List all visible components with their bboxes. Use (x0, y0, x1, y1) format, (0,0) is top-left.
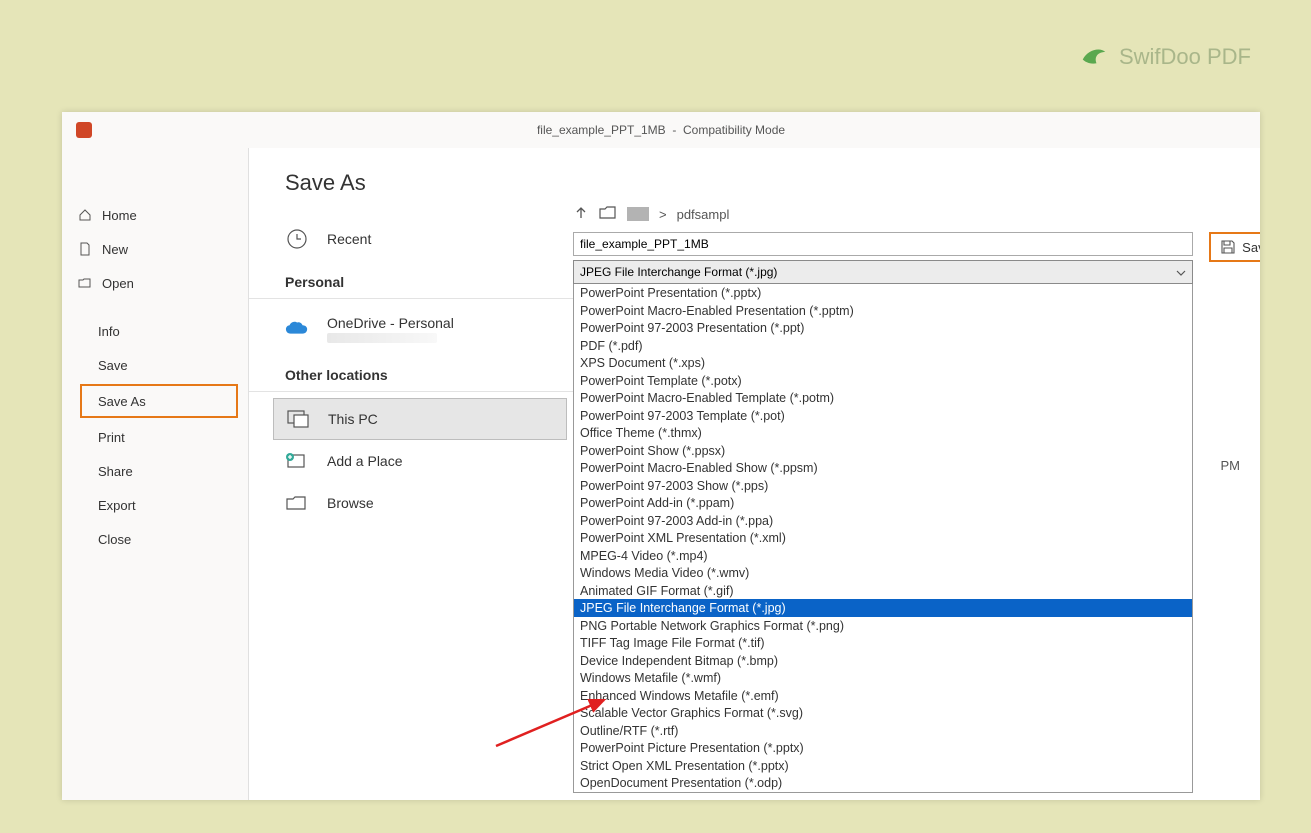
location-this-pc[interactable]: This PC (273, 398, 567, 440)
location-recent-label: Recent (327, 231, 371, 247)
breadcrumb-path: > pdfsampl (573, 200, 1244, 228)
format-option[interactable]: PNG Portable Network Graphics Format (*.… (574, 617, 1192, 635)
powerpoint-window: file_example_PPT_1MB - Compatibility Mod… (62, 112, 1260, 800)
format-option[interactable]: OpenDocument Presentation (*.odp) (574, 774, 1192, 792)
format-option[interactable]: PowerPoint Macro-Enabled Template (*.pot… (574, 389, 1192, 407)
location-onedrive-label: OneDrive - Personal (327, 315, 454, 331)
location-this-pc-label: This PC (328, 411, 378, 427)
format-option[interactable]: PowerPoint 97-2003 Add-in (*.ppa) (574, 512, 1192, 530)
format-option[interactable]: PowerPoint Macro-Enabled Show (*.ppsm) (574, 459, 1192, 477)
format-option[interactable]: Device Independent Bitmap (*.bmp) (574, 652, 1192, 670)
path-redacted-segment (627, 207, 649, 221)
format-option[interactable]: PowerPoint XML Presentation (*.xml) (574, 529, 1192, 547)
onedrive-account-redacted (327, 333, 437, 343)
open-folder-icon (78, 276, 92, 290)
breadcrumb-separator: > (659, 207, 667, 222)
nav-share-label: Share (98, 464, 133, 479)
backstage-nav-rail: Home New Open Info Save (62, 148, 248, 800)
section-personal-header: Personal (249, 260, 573, 299)
format-option[interactable]: Windows Media Video (*.wmv) (574, 564, 1192, 582)
save-details-column: > pdfsampl file_example_PPT_1MB JPEG Fil… (573, 200, 1244, 800)
file-format-dropdown[interactable]: PowerPoint Presentation (*.pptx)PowerPoi… (573, 284, 1193, 793)
location-onedrive[interactable]: OneDrive - Personal (249, 305, 573, 353)
format-option[interactable]: PowerPoint Template (*.potx) (574, 372, 1192, 390)
folder-icon[interactable] (599, 206, 617, 223)
format-option[interactable]: Strict Open XML Presentation (*.pptx) (574, 757, 1192, 775)
clock-icon (285, 227, 309, 251)
onedrive-cloud-icon (285, 320, 309, 338)
location-recent[interactable]: Recent (249, 218, 573, 260)
format-option[interactable]: JPEG File Interchange Format (*.jpg) (574, 599, 1192, 617)
file-format-selected-label: JPEG File Interchange Format (*.jpg) (580, 265, 777, 279)
watermark-brand: SwifDoo PDF (1079, 42, 1251, 72)
format-option[interactable]: PowerPoint 97-2003 Template (*.pot) (574, 407, 1192, 425)
up-folder-button[interactable] (573, 205, 589, 224)
add-place-icon (285, 451, 309, 471)
format-option[interactable]: PowerPoint 97-2003 Presentation (*.ppt) (574, 319, 1192, 337)
format-option[interactable]: TIFF Tag Image File Format (*.tif) (574, 634, 1192, 652)
nav-save-as-label: Save As (98, 394, 146, 409)
nav-save-label: Save (98, 358, 128, 373)
location-add-place-label: Add a Place (327, 453, 403, 469)
save-button[interactable]: Save (1209, 232, 1260, 262)
powerpoint-app-icon (76, 122, 92, 138)
nav-new-label: New (102, 242, 128, 257)
format-option[interactable]: PowerPoint Show (*.ppsx) (574, 442, 1192, 460)
watermark-text: SwifDoo PDF (1119, 44, 1251, 70)
filename-input[interactable]: file_example_PPT_1MB (573, 232, 1193, 256)
filename-input-value: file_example_PPT_1MB (580, 237, 709, 251)
dropdown-caret-icon (1176, 265, 1186, 279)
nav-open[interactable]: Open (62, 266, 248, 300)
breadcrumb-segment[interactable]: pdfsampl (677, 207, 730, 222)
nav-export[interactable]: Export (62, 488, 248, 522)
save-disk-icon (1220, 239, 1236, 255)
title-bar: file_example_PPT_1MB - Compatibility Mod… (62, 112, 1260, 148)
location-add-place[interactable]: Add a Place (249, 440, 573, 482)
format-option[interactable]: Animated GIF Format (*.gif) (574, 582, 1192, 600)
format-option[interactable]: PowerPoint 97-2003 Show (*.pps) (574, 477, 1192, 495)
save-locations-column: Recent Personal OneDrive - Personal Othe… (249, 218, 573, 800)
nav-info-label: Info (98, 324, 120, 339)
browse-folder-icon (285, 494, 309, 512)
swifdoo-logo-icon (1079, 42, 1109, 72)
format-option[interactable]: Enhanced Windows Metafile (*.emf) (574, 687, 1192, 705)
location-browse[interactable]: Browse (249, 482, 573, 524)
nav-export-label: Export (98, 498, 136, 513)
format-option[interactable]: Outline/RTF (*.rtf) (574, 722, 1192, 740)
nav-close[interactable]: Close (62, 522, 248, 556)
nav-close-label: Close (98, 532, 131, 547)
format-option[interactable]: Office Theme (*.thmx) (574, 424, 1192, 442)
title-bar-text: file_example_PPT_1MB - Compatibility Mod… (537, 123, 785, 137)
section-other-header: Other locations (249, 353, 573, 392)
format-option[interactable]: MPEG-4 Video (*.mp4) (574, 547, 1192, 565)
nav-home-label: Home (102, 208, 137, 223)
nav-share[interactable]: Share (62, 454, 248, 488)
format-option[interactable]: PowerPoint Presentation (*.pptx) (574, 284, 1192, 302)
format-option[interactable]: XPS Document (*.xps) (574, 354, 1192, 372)
nav-info[interactable]: Info (62, 314, 248, 348)
new-file-icon (78, 242, 92, 256)
format-option[interactable]: PowerPoint Add-in (*.ppam) (574, 494, 1192, 512)
nav-save[interactable]: Save (62, 348, 248, 382)
nav-save-as[interactable]: Save As (80, 384, 238, 418)
format-option[interactable]: PDF (*.pdf) (574, 337, 1192, 355)
nav-home[interactable]: Home (62, 198, 248, 232)
home-icon (78, 208, 92, 222)
save-button-label: Save (1242, 240, 1260, 255)
nav-print-label: Print (98, 430, 125, 445)
format-option[interactable]: PowerPoint Macro-Enabled Presentation (*… (574, 302, 1192, 320)
file-format-select[interactable]: JPEG File Interchange Format (*.jpg) (573, 260, 1193, 284)
location-browse-label: Browse (327, 495, 374, 511)
nav-print[interactable]: Print (62, 420, 248, 454)
format-option[interactable]: Scalable Vector Graphics Format (*.svg) (574, 704, 1192, 722)
this-pc-icon (286, 409, 310, 429)
format-option[interactable]: Windows Metafile (*.wmf) (574, 669, 1192, 687)
file-time-peek: PM (1221, 458, 1241, 473)
format-option[interactable]: PowerPoint Picture Presentation (*.pptx) (574, 739, 1192, 757)
nav-open-label: Open (102, 276, 134, 291)
save-as-panel: Save As Recent Personal OneDrive - Perso… (248, 148, 1260, 800)
nav-new[interactable]: New (62, 232, 248, 266)
